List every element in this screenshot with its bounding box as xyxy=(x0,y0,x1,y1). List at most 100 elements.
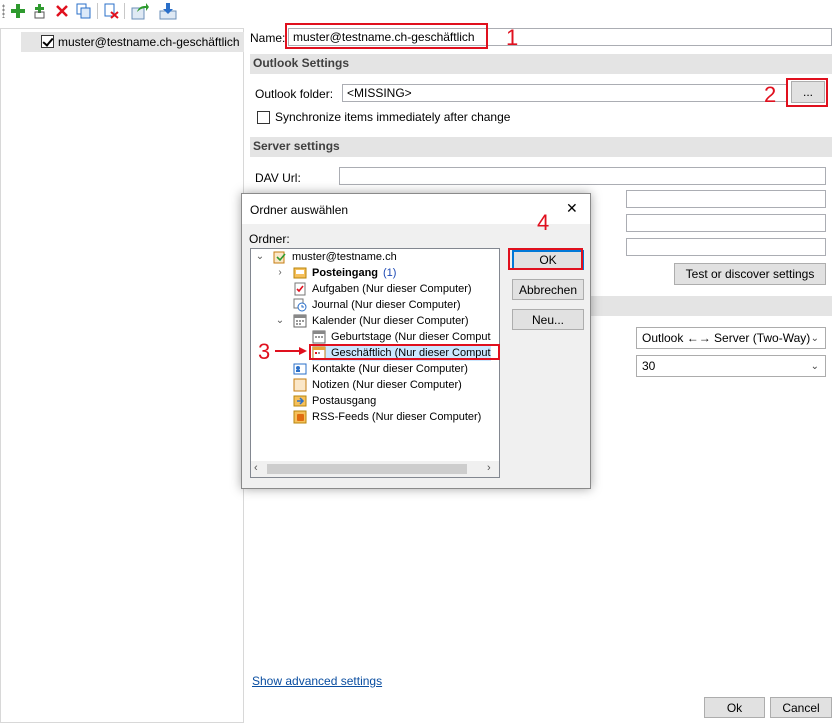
folder-label: Ordner: xyxy=(249,232,290,246)
folder-node-rss[interactable]: RSS-Feeds (Nur dieser Computer) xyxy=(293,409,481,425)
dialog-cancel-label: Abbrechen xyxy=(518,282,578,297)
calendar-icon xyxy=(312,330,326,344)
dialog-new-folder-button[interactable]: Neu... xyxy=(512,309,584,330)
folder-node-birthdays[interactable]: Geburtstage (Nur dieser Comput xyxy=(312,329,491,345)
unread-count: (1) xyxy=(383,267,397,279)
dialog-title: Ordner auswählen xyxy=(250,203,349,217)
profile-label: muster@testname.ch-geschäftlich xyxy=(58,35,240,49)
copy-icon[interactable] xyxy=(74,1,94,21)
export-icon[interactable] xyxy=(130,1,150,21)
close-icon[interactable]: ✕ xyxy=(566,200,578,217)
folder-node-label: Aufgaben (Nur dieser Computer) xyxy=(312,283,472,295)
cancel-button[interactable]: Cancel xyxy=(770,697,832,718)
name-label: Name: xyxy=(250,31,286,45)
folder-node-label: RSS-Feeds (Nur dieser Computer) xyxy=(312,411,482,423)
folder-node-label: Geburtstage (Nur dieser Comput xyxy=(331,331,491,343)
scroll-right-icon[interactable]: › xyxy=(487,462,491,474)
add-profile-icon[interactable] xyxy=(8,1,28,21)
outbox-icon xyxy=(293,394,307,408)
import-icon[interactable] xyxy=(158,1,178,21)
folder-node-contacts[interactable]: Kontakte (Nur dieser Computer) xyxy=(293,361,468,377)
folder-node-label: Kontakte (Nur dieser Computer) xyxy=(312,363,468,375)
notes-icon xyxy=(293,378,307,392)
outlook-folder-label: Outlook folder: xyxy=(255,87,334,101)
annotation-number-2: 2 xyxy=(764,82,777,107)
folder-node-label: Geschäftlich (Nur dieser Comput xyxy=(331,347,491,359)
journal-icon xyxy=(293,298,307,312)
test-settings-label: Test or discover settings xyxy=(685,267,815,281)
toolbar-separator xyxy=(97,3,98,19)
folder-node-tasks[interactable]: Aufgaben (Nur dieser Computer) xyxy=(293,281,472,297)
sync-immediately-label: Synchronize items immediately after chan… xyxy=(275,110,511,124)
sync-interval-value: 30 xyxy=(642,359,656,373)
browse-label: ... xyxy=(802,85,813,99)
name-value: muster@testname.ch-geschäftlich xyxy=(293,30,475,44)
outlook-folder-field[interactable]: <MISSING> xyxy=(342,84,788,102)
annotation-arrow-icon xyxy=(275,347,307,355)
username-field[interactable] xyxy=(626,190,826,208)
dialog-cancel-button[interactable]: Abbrechen xyxy=(512,279,584,300)
outlook-folder-value: <MISSING> xyxy=(347,86,412,100)
email-field[interactable] xyxy=(626,238,826,256)
folder-node-label: Kalender (Nur dieser Computer) xyxy=(312,315,469,327)
folder-node-label: Posteingang xyxy=(312,267,379,279)
calendar-icon xyxy=(312,346,326,360)
outlook-settings-section: Outlook Settings xyxy=(250,54,832,74)
calendar-icon xyxy=(293,314,307,328)
tasks-icon xyxy=(293,282,307,296)
inbox-icon xyxy=(293,266,307,280)
dialog-ok-button[interactable]: OK xyxy=(512,250,584,270)
folder-node-label: Journal (Nur dieser Computer) xyxy=(312,299,461,311)
toolbar-grip xyxy=(2,4,5,18)
contacts-icon xyxy=(293,362,307,376)
collapse-icon[interactable]: ⌄ xyxy=(275,313,285,329)
ok-label: Ok xyxy=(726,700,743,715)
clear-cache-icon[interactable] xyxy=(101,1,121,21)
horizontal-scrollbar[interactable]: ‹ › xyxy=(251,461,499,477)
toolbar-separator xyxy=(124,3,125,19)
sync-mode-select[interactable]: Outlook ←→ Server (Two-Way) ⌄ xyxy=(636,327,826,349)
profile-tree: muster@testname.ch-geschäftlich xyxy=(0,28,244,723)
add-multiple-profiles-icon[interactable] xyxy=(30,1,50,21)
folder-picker-dialog: Ordner auswählen ✕ Ordner: ⌄ muster@test… xyxy=(241,193,591,489)
cancel-label: Cancel xyxy=(782,700,820,715)
sync-immediately-checkbox[interactable] xyxy=(257,111,270,124)
mailbox-icon xyxy=(273,250,287,264)
browse-folder-button[interactable]: ... xyxy=(791,81,825,103)
folder-node-label: muster@testname.ch xyxy=(292,251,397,263)
folder-node-calendar[interactable]: Kalender (Nur dieser Computer) xyxy=(293,313,469,329)
name-field[interactable]: muster@testname.ch-geschäftlich xyxy=(288,28,832,46)
annotation-number-4: 4 xyxy=(537,210,550,235)
folder-node-mailbox[interactable]: muster@testname.ch xyxy=(273,249,397,265)
annotation-number-1: 1 xyxy=(506,25,519,50)
annotation-number-3: 3 xyxy=(258,339,271,364)
collapse-icon[interactable]: ⌄ xyxy=(255,249,265,265)
ok-button[interactable]: Ok xyxy=(704,697,765,718)
profile-checkbox[interactable] xyxy=(41,35,54,48)
chevron-down-icon: ⌄ xyxy=(810,333,819,344)
folder-node-journal[interactable]: Journal (Nur dieser Computer) xyxy=(293,297,461,313)
dav-url-field[interactable] xyxy=(339,167,826,185)
folder-node-business[interactable]: Geschäftlich (Nur dieser Comput xyxy=(312,345,491,361)
expand-icon[interactable]: › xyxy=(275,265,285,281)
dialog-ok-label: OK xyxy=(539,253,557,267)
sync-interval-select[interactable]: 30 ⌄ xyxy=(636,355,826,377)
chevron-down-icon: ⌄ xyxy=(810,361,819,372)
dialog-new-label: Neu... xyxy=(531,312,564,327)
folder-node-label: Notizen (Nur dieser Computer) xyxy=(312,379,462,391)
server-settings-section: Server settings xyxy=(250,137,832,157)
show-advanced-settings-link[interactable]: Show advanced settings xyxy=(252,674,382,688)
folder-node-label: Postausgang xyxy=(312,395,377,407)
password-field[interactable] xyxy=(626,214,826,232)
folder-node-outbox[interactable]: Postausgang xyxy=(293,393,376,409)
folder-tree: ⌄ muster@testname.ch › Posteingang (1) A… xyxy=(250,248,500,478)
profile-item[interactable]: muster@testname.ch-geschäftlich xyxy=(21,32,244,52)
test-settings-button[interactable]: Test or discover settings xyxy=(674,263,826,285)
folder-node-inbox[interactable]: Posteingang (1) xyxy=(293,265,396,281)
toolbar xyxy=(0,0,839,22)
scroll-left-icon[interactable]: ‹ xyxy=(254,462,258,474)
folder-node-notes[interactable]: Notizen (Nur dieser Computer) xyxy=(293,377,462,393)
delete-icon[interactable] xyxy=(52,1,72,21)
scrollbar-thumb[interactable] xyxy=(267,464,467,474)
dav-url-label: DAV Url: xyxy=(255,171,301,185)
